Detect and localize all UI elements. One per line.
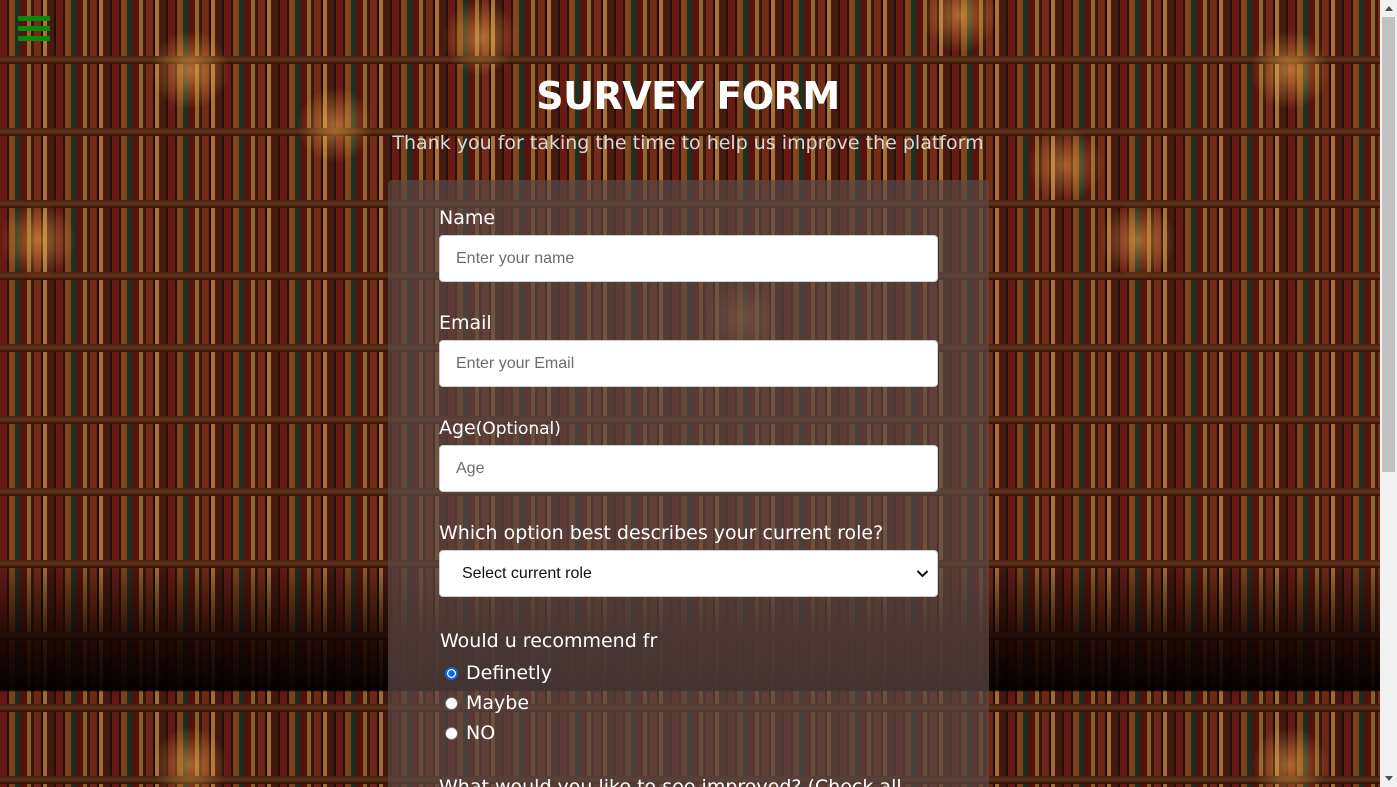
- email-label: Email: [439, 312, 492, 334]
- age-input[interactable]: [439, 445, 938, 492]
- survey-form: Name Email Age(Optional) Which option be…: [388, 180, 989, 787]
- hamburger-menu-icon[interactable]: [18, 16, 50, 46]
- age-label-text: Age: [439, 417, 476, 439]
- radio-label-maybe: Maybe: [466, 692, 530, 714]
- radio-button-maybe[interactable]: [445, 697, 458, 710]
- role-selected-value: Select current role: [462, 565, 592, 582]
- age-label: Age(Optional): [439, 417, 561, 439]
- page-title: SURVEY FORM: [536, 74, 840, 118]
- name-input[interactable]: [439, 235, 938, 282]
- radio-label-no: NO: [466, 722, 496, 744]
- scrollbar-thumb[interactable]: [1382, 17, 1395, 472]
- name-label: Name: [439, 207, 496, 229]
- page-subtitle: Thank you for taking the time to help us…: [392, 132, 984, 154]
- scroll-down-arrow-icon[interactable]: [1380, 770, 1397, 787]
- scroll-up-arrow-icon[interactable]: [1380, 0, 1397, 17]
- email-input[interactable]: [439, 340, 938, 387]
- role-dropdown[interactable]: Select current role: [439, 550, 938, 597]
- improvement-question-text: What would you like to see improved? (Ch…: [439, 776, 902, 787]
- menu-bar: [18, 16, 50, 21]
- recommend-question: Would u recommend fr: [440, 630, 658, 652]
- radio-button-definetly[interactable]: [445, 667, 458, 680]
- improvement-question: What would you like to see improved? (Ch…: [439, 776, 902, 787]
- radio-button-no[interactable]: [445, 727, 458, 740]
- role-label: Which option best describes your current…: [439, 522, 884, 544]
- radio-label-definetly: Definetly: [466, 662, 552, 684]
- vertical-scrollbar[interactable]: [1380, 0, 1397, 787]
- age-optional-note: (Optional): [475, 419, 561, 439]
- chevron-down-icon: [916, 570, 929, 578]
- menu-bar: [18, 26, 50, 31]
- menu-bar: [18, 36, 50, 41]
